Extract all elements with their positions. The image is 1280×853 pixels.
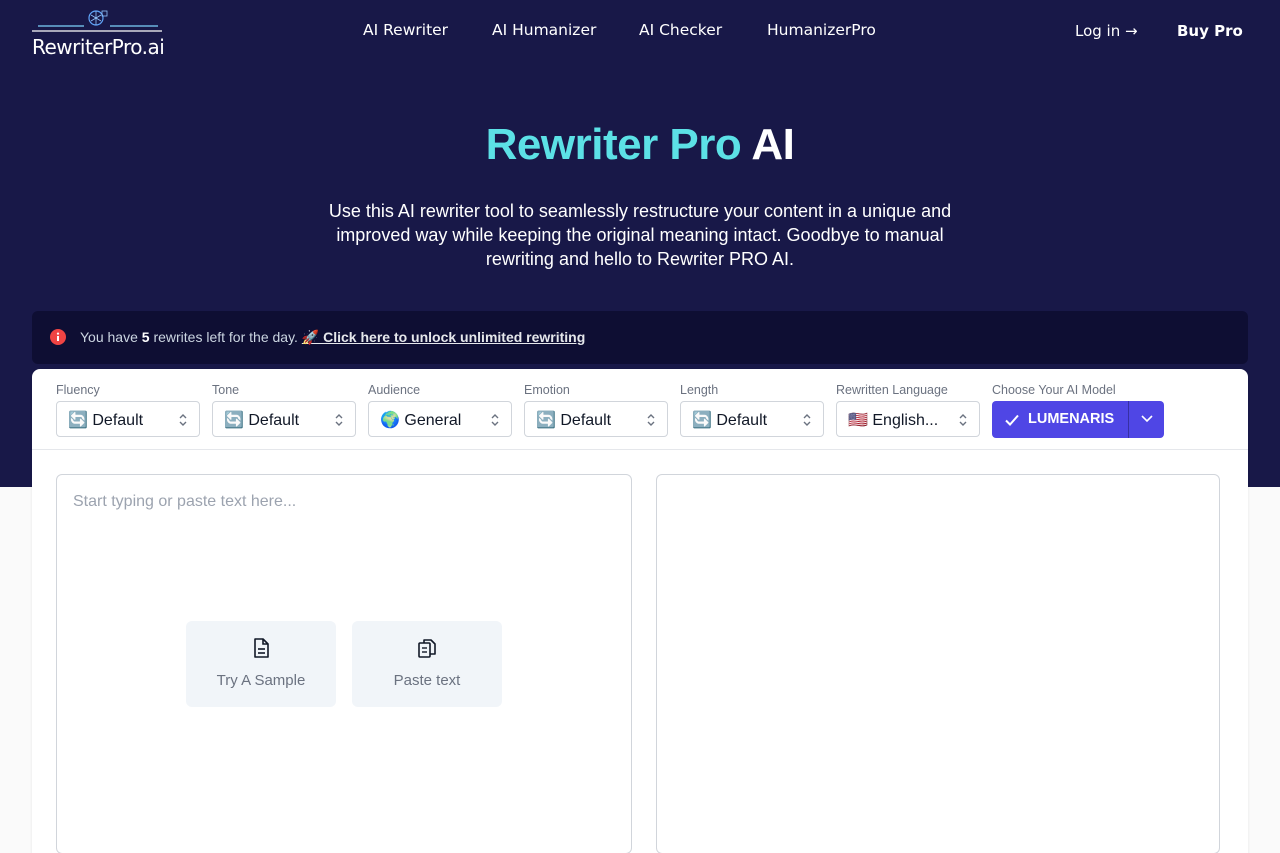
language-value: 🇺🇸 English... bbox=[848, 412, 939, 429]
fluency-label: Fluency bbox=[56, 383, 100, 397]
title-accent: Rewriter Pro bbox=[485, 120, 742, 169]
updown-chevron-icon bbox=[803, 414, 811, 426]
info-icon bbox=[50, 329, 66, 345]
tone-value: 🔄 Default bbox=[224, 412, 300, 429]
updown-chevron-icon bbox=[959, 414, 967, 426]
updown-chevron-icon bbox=[491, 414, 499, 426]
nav-humanizerpro[interactable]: HumanizerPro bbox=[767, 21, 876, 43]
fluency-value: 🔄 Default bbox=[68, 412, 144, 429]
tone-label: Tone bbox=[212, 383, 240, 397]
try-sample-label: Try A Sample bbox=[216, 672, 306, 689]
length-select[interactable]: 🔄 Default bbox=[680, 401, 824, 437]
tone-select[interactable]: 🔄 Default bbox=[212, 401, 356, 437]
hero-subtitle: Use this AI rewriter tool to seamlessly … bbox=[328, 201, 952, 269]
emotion-select[interactable]: 🔄 Default bbox=[524, 401, 668, 437]
logo-text: RewriterPro.ai bbox=[32, 35, 165, 59]
clipboard-icon bbox=[418, 639, 436, 658]
page-title: Rewriter Pro AI bbox=[0, 120, 1280, 170]
title-suffix: AI bbox=[751, 120, 795, 169]
updown-chevron-icon bbox=[179, 414, 187, 426]
model-value: LUMENARIS bbox=[1028, 411, 1115, 427]
emotion-label: Emotion bbox=[524, 383, 570, 397]
try-sample-button[interactable]: Try A Sample bbox=[186, 621, 336, 707]
length-value: 🔄 Default bbox=[692, 412, 768, 429]
alert-prefix: You have bbox=[80, 329, 142, 345]
chevron-down-icon bbox=[1141, 415, 1153, 423]
check-icon bbox=[1005, 414, 1019, 426]
nav-ai-rewriter[interactable]: AI Rewriter bbox=[363, 21, 448, 43]
rewriter-card: Fluency 🔄 Default Tone 🔄 Default Audienc… bbox=[32, 369, 1248, 853]
unlock-link[interactable]: 🚀 Click here to unlock unlimited rewriti… bbox=[302, 329, 585, 345]
alert-text: You have 5 rewrites left for the day. 🚀 … bbox=[80, 329, 585, 346]
input-placeholder: Start typing or paste text here... bbox=[73, 493, 297, 510]
language-select[interactable]: 🇺🇸 English... bbox=[836, 401, 980, 437]
model-label: Choose Your AI Model bbox=[992, 383, 1116, 397]
audience-select[interactable]: 🌍 General bbox=[368, 401, 512, 437]
paste-text-button[interactable]: Paste text bbox=[352, 621, 502, 707]
updown-chevron-icon bbox=[647, 414, 655, 426]
emotion-value: 🔄 Default bbox=[536, 412, 612, 429]
length-label: Length bbox=[680, 383, 719, 397]
login-link[interactable]: Log in → bbox=[1075, 22, 1138, 40]
logo[interactable]: RewriterPro.ai bbox=[32, 9, 165, 59]
language-label: Rewritten Language bbox=[836, 383, 948, 397]
fluency-select[interactable]: 🔄 Default bbox=[56, 401, 200, 437]
input-text-area[interactable]: Start typing or paste text here... Try A… bbox=[56, 474, 632, 853]
alert-suffix: rewrites left for the day. bbox=[149, 329, 302, 345]
nav-ai-humanizer[interactable]: AI Humanizer bbox=[492, 21, 596, 43]
model-dropdown-button[interactable] bbox=[1128, 401, 1164, 438]
audience-label: Audience bbox=[368, 383, 421, 397]
rewrites-count: 5 bbox=[141, 329, 150, 345]
logo-mark-icon bbox=[32, 10, 162, 32]
options-divider bbox=[32, 449, 1248, 450]
updown-chevron-icon bbox=[335, 414, 343, 426]
rewrites-alert: You have 5 rewrites left for the day. 🚀 … bbox=[32, 311, 1248, 364]
nav-ai-checker[interactable]: AI Checker bbox=[639, 21, 722, 43]
audience-value: 🌍 General bbox=[380, 412, 462, 429]
buy-pro-link[interactable]: Buy Pro bbox=[1177, 22, 1243, 40]
model-select-button[interactable]: LUMENARIS bbox=[992, 401, 1128, 438]
document-icon bbox=[254, 638, 269, 658]
paste-text-label: Paste text bbox=[393, 672, 461, 689]
output-text-area[interactable] bbox=[656, 474, 1220, 853]
